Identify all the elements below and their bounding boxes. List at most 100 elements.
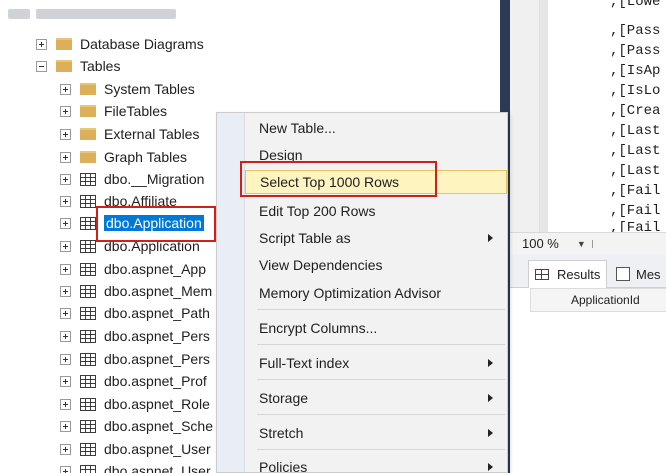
expand-icon[interactable]	[60, 398, 71, 410]
menu-separator	[257, 449, 505, 450]
code-line[interactable]: ,[Pass	[610, 43, 660, 59]
expand-icon[interactable]	[60, 353, 71, 365]
table-icon	[80, 262, 96, 276]
menu-item-label: Full-Text index	[259, 355, 350, 371]
table-label: dbo.__Migration	[104, 171, 205, 187]
table-label: dbo.aspnet_Pers	[104, 351, 210, 367]
code-line[interactable]: ,[Crea	[610, 103, 660, 119]
code-line[interactable]: ,[Last	[610, 143, 660, 159]
expand-icon[interactable]	[60, 128, 71, 140]
submenu-arrow-icon	[488, 463, 493, 471]
menu-item-highlight	[240, 161, 437, 197]
expand-icon[interactable]	[60, 285, 71, 297]
expand-icon[interactable]	[60, 105, 71, 117]
expand-icon[interactable]	[60, 83, 71, 95]
menu-item-encrypt-columns[interactable]: Encrypt Columns...	[245, 316, 507, 340]
folder-label: FileTables	[104, 103, 168, 119]
code-line[interactable]: ,[IsAp	[610, 63, 660, 79]
code-line[interactable]: ,[Last	[610, 163, 660, 179]
table-node[interactable]: dbo.aspnet_Path	[60, 302, 210, 324]
expand-icon[interactable]	[60, 420, 71, 432]
table-icon	[80, 352, 96, 366]
table-node[interactable]: dbo.aspnet_Pers	[60, 348, 210, 370]
code-line[interactable]: ,[Fail	[610, 183, 660, 199]
menu-item-label: Script Table as	[259, 230, 351, 246]
table-node[interactable]: dbo.aspnet_App	[60, 258, 206, 280]
expand-icon[interactable]	[60, 443, 71, 455]
expand-icon[interactable]	[60, 240, 71, 252]
server-name-redacted	[36, 9, 176, 19]
expand-icon[interactable]	[60, 263, 71, 275]
tab-results-label: Results	[557, 267, 601, 282]
table-label: dbo.aspnet_Role	[104, 396, 210, 412]
code-line[interactable]: ,[Fail	[610, 203, 660, 219]
folder-external-tables[interactable]: External Tables	[60, 123, 199, 145]
expand-icon[interactable]	[60, 330, 71, 342]
menu-item-full-text-index[interactable]: Full-Text index	[245, 351, 507, 375]
menu-item-policies[interactable]: Policies	[245, 455, 507, 473]
menu-item-memory-optimization-advisor[interactable]: Memory Optimization Advisor	[245, 281, 507, 305]
table-node[interactable]: dbo.aspnet_User	[60, 438, 211, 460]
code-line[interactable]: ,[Last	[610, 123, 660, 139]
table-node[interactable]: dbo.__Migration	[60, 168, 204, 190]
submenu-arrow-icon	[488, 429, 493, 437]
expand-icon[interactable]	[60, 375, 71, 387]
table-label: dbo.aspnet_Prof	[104, 373, 207, 389]
editor-scrollbar[interactable]	[540, 0, 548, 232]
zoom-level[interactable]: 100 %	[522, 236, 559, 251]
code-line[interactable]: ,[Pass	[610, 23, 660, 39]
folder-icon	[80, 83, 96, 95]
collapse-icon[interactable]	[36, 60, 47, 72]
folder-database-diagrams[interactable]: Database Diagrams	[36, 33, 204, 55]
folder-system-tables[interactable]: System Tables	[60, 78, 195, 100]
menu-item-new-table[interactable]: New Table...	[245, 116, 507, 140]
tab-results[interactable]: Results	[528, 260, 608, 288]
menu-item-script-table-as[interactable]: Script Table as	[245, 226, 507, 250]
table-icon	[80, 194, 96, 208]
folder-graph-tables[interactable]: Graph Tables	[60, 146, 187, 168]
submenu-arrow-icon	[488, 359, 493, 367]
table-label: dbo.aspnet_Mem	[104, 283, 213, 299]
expand-icon[interactable]	[60, 307, 71, 319]
expand-icon[interactable]	[60, 217, 71, 229]
table-icon	[80, 397, 96, 411]
menu-item-stretch[interactable]: Stretch	[245, 421, 507, 445]
grid-icon	[535, 269, 549, 280]
folder-icon	[80, 128, 96, 140]
table-icon	[80, 464, 96, 473]
expand-icon[interactable]	[60, 465, 71, 473]
zoom-dropdown-icon[interactable]: ▼	[577, 239, 586, 249]
table-node[interactable]: dbo.aspnet_Pers	[60, 325, 210, 347]
expand-icon[interactable]	[60, 173, 71, 185]
table-node[interactable]: dbo.aspnet_User	[60, 460, 211, 473]
menu-item-label: Stretch	[259, 425, 304, 441]
table-label: dbo.aspnet_App	[104, 261, 206, 277]
table-node[interactable]: dbo.aspnet_Sche	[60, 415, 213, 437]
menu-item-edit-top-200-rows[interactable]: Edit Top 200 Rows	[245, 199, 507, 223]
menu-item-label: Edit Top 200 Rows	[259, 203, 376, 219]
expand-icon[interactable]	[60, 195, 71, 207]
column-header[interactable]: ApplicationId	[530, 288, 666, 312]
tab-messages[interactable]: Mes	[610, 260, 666, 288]
table-icon	[80, 374, 96, 388]
table-node[interactable]: dbo.aspnet_Mem	[60, 280, 212, 302]
server-node-blurred[interactable]	[8, 6, 188, 22]
menu-item-view-dependencies[interactable]: View Dependencies	[245, 253, 507, 277]
folder-filetables[interactable]: FileTables	[60, 100, 167, 122]
menu-item-storage[interactable]: Storage	[245, 386, 507, 410]
table-label: dbo.aspnet_Pers	[104, 328, 210, 344]
table-node[interactable]: dbo.aspnet_Prof	[60, 370, 207, 392]
folder-tables[interactable]: Tables	[36, 55, 120, 77]
folder-icon	[56, 60, 72, 72]
expand-icon[interactable]	[36, 38, 47, 50]
server-icon	[8, 9, 30, 19]
code-line[interactable]: ,[Lowe	[610, 0, 660, 10]
table-icon	[80, 172, 96, 186]
expand-icon[interactable]	[60, 151, 71, 163]
table-node[interactable]: dbo.aspnet_Role	[60, 393, 210, 415]
folder-label: System Tables	[104, 81, 195, 97]
editor-gutter	[510, 0, 540, 232]
menu-item-label: New Table...	[259, 120, 336, 136]
horizontal-scrollbar[interactable]	[591, 239, 604, 248]
code-line[interactable]: ,[IsLo	[610, 83, 660, 99]
